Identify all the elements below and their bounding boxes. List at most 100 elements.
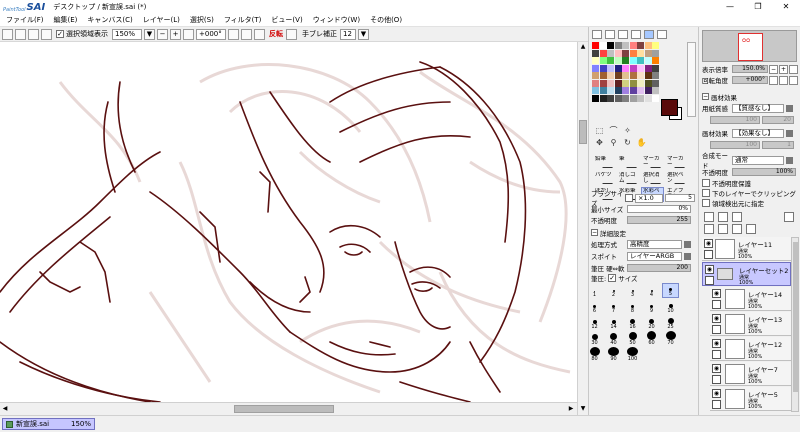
color-swatch[interactable]	[652, 64, 659, 72]
color-swatch[interactable]	[652, 42, 659, 49]
color-swatch[interactable]	[592, 94, 599, 102]
color-swatch[interactable]	[599, 72, 607, 79]
menu-item-2[interactable]: キャンバス(C)	[87, 15, 132, 25]
document-tab[interactable]: 新宣誤.sai 150%	[2, 418, 95, 430]
edge-dropdown-icon[interactable]	[684, 252, 691, 260]
color-swatch[interactable]	[614, 87, 622, 94]
nav-zoom-out-button[interactable]: −	[769, 64, 778, 74]
merge-down-icon[interactable]	[718, 224, 728, 234]
layer-lock-checkbox[interactable]	[712, 400, 721, 409]
clear-layer-icon[interactable]	[732, 224, 742, 234]
color-swatch[interactable]	[637, 42, 644, 49]
paper-effect-header[interactable]: − 画材効果	[702, 92, 737, 102]
nav-rotate-right-button[interactable]	[779, 75, 788, 85]
clipping-row[interactable]: 下のレイヤーでクリッピング	[702, 188, 796, 198]
swatch-scrollbar[interactable]	[687, 42, 696, 117]
scratch-pad-tab[interactable]	[657, 30, 667, 39]
close-button[interactable]: ✕	[772, 0, 800, 13]
new-layer-icon[interactable]	[704, 212, 714, 222]
texture-scale-slider[interactable]: 100	[710, 116, 760, 124]
rotate-right-button[interactable]	[241, 28, 252, 40]
new-window-button[interactable]	[2, 28, 13, 40]
rgb-slider-tab[interactable]	[605, 30, 615, 39]
tool-7[interactable]: 選択ペン	[665, 171, 688, 186]
color-swatch[interactable]	[614, 72, 622, 79]
zoom-field[interactable]: 150%	[112, 28, 142, 40]
rect-select-icon[interactable]: ⬚	[593, 125, 606, 136]
effect-dropdown-icon[interactable]	[786, 129, 793, 137]
select-source-row[interactable]: 領域検出元に指定	[702, 198, 764, 208]
color-swatch[interactable]	[652, 57, 659, 64]
color-swatch[interactable]	[622, 72, 629, 79]
texture-strength-slider[interactable]: 20	[762, 116, 794, 124]
menu-item-8[interactable]: その他(O)	[370, 15, 402, 25]
layer-scrollbar[interactable]	[791, 237, 799, 412]
color-swatch[interactable]	[622, 79, 629, 87]
hardness-slider[interactable]: 200	[627, 264, 691, 272]
color-swatch[interactable]	[607, 64, 614, 72]
brush-preset[interactable]: 9	[643, 299, 660, 314]
scroll-down-icon[interactable]: ▼	[578, 404, 588, 414]
layer-row[interactable]: ◉ レイヤー11 通常 100%	[702, 237, 791, 261]
brush-preset[interactable]: 100	[624, 347, 641, 362]
color-swatch[interactable]	[614, 57, 622, 64]
menu-item-6[interactable]: ビュー(V)	[271, 15, 302, 25]
visibility-eye-icon[interactable]: ◉	[712, 314, 721, 323]
mix-tab[interactable]	[631, 30, 641, 39]
color-swatch[interactable]	[637, 49, 644, 57]
blend-mode-select[interactable]: 通常	[732, 155, 784, 165]
color-swatch[interactable]	[652, 94, 659, 102]
scroll-right-icon[interactable]: ▶	[566, 403, 576, 415]
nav-zoom-reset-button[interactable]	[789, 64, 798, 74]
scroll-left-icon[interactable]: ◀	[0, 403, 10, 415]
visibility-eye-icon[interactable]: ◉	[712, 289, 721, 298]
layer-row[interactable]: ◉ レイヤー12 通常 100%	[710, 337, 791, 361]
color-swatch[interactable]	[592, 79, 599, 87]
brush-preset[interactable]: 4	[643, 283, 660, 298]
effect-width-slider[interactable]: 100	[710, 141, 760, 149]
color-swatch[interactable]	[652, 72, 659, 79]
zoom-reset-button[interactable]	[183, 28, 194, 40]
tool-3[interactable]: マーカー	[665, 155, 688, 170]
color-swatch[interactable]	[629, 72, 637, 79]
brush-size-slider[interactable]: 5	[665, 194, 695, 202]
brush-preset[interactable]: 90	[605, 347, 622, 362]
layer-lock-checkbox[interactable]	[705, 276, 714, 285]
color-swatch[interactable]	[644, 87, 652, 94]
color-wheel-tab[interactable]	[592, 30, 602, 39]
visibility-eye-icon[interactable]: ◉	[712, 339, 721, 348]
magic-wand-icon[interactable]: ✧	[621, 125, 634, 136]
view-actual-button[interactable]	[41, 28, 52, 40]
brush-preset[interactable]: 16	[624, 315, 641, 330]
visibility-eye-icon[interactable]: ◉	[704, 239, 713, 248]
color-swatch[interactable]	[637, 64, 644, 72]
color-swatch[interactable]	[622, 42, 629, 49]
color-swatch[interactable]	[637, 79, 644, 87]
brush-preset[interactable]: 5	[662, 283, 679, 298]
layer-row[interactable]: ◉ レイヤー13 通常 100%	[710, 312, 791, 336]
color-swatch[interactable]	[637, 57, 644, 64]
tool-4[interactable]: バケツ	[593, 171, 616, 186]
pressure-size-checkbox[interactable]: ✓	[608, 274, 617, 282]
scroll-up-icon[interactable]: ▲	[578, 42, 588, 52]
brush-preset[interactable]: 1	[586, 283, 603, 298]
color-swatch[interactable]	[599, 94, 607, 102]
texture-select[interactable]: 【質感なし】	[732, 103, 784, 113]
color-swatch[interactable]	[607, 72, 614, 79]
color-swatch[interactable]	[644, 64, 652, 72]
new-linework-layer-icon[interactable]	[718, 212, 728, 222]
rotate-reset-button[interactable]	[254, 28, 265, 40]
brush-preset[interactable]: 7	[605, 299, 622, 314]
lasso-icon[interactable]: ⌒	[607, 125, 620, 136]
visibility-eye-icon[interactable]: ◉	[712, 389, 721, 398]
select-source-checkbox[interactable]	[702, 199, 710, 207]
stabilizer-dropdown-icon[interactable]: ▼	[358, 28, 369, 40]
blend-mode-dropdown-icon[interactable]	[786, 156, 793, 164]
color-swatch[interactable]	[614, 94, 622, 102]
nav-rotate-left-button[interactable]	[769, 75, 778, 85]
layer-scroll-thumb[interactable]	[793, 242, 798, 392]
color-swatch[interactable]	[592, 64, 599, 72]
tool-1[interactable]: 筆	[617, 155, 640, 170]
brush-preset[interactable]: 50	[624, 331, 641, 346]
protect-opacity-checkbox[interactable]	[702, 179, 710, 187]
